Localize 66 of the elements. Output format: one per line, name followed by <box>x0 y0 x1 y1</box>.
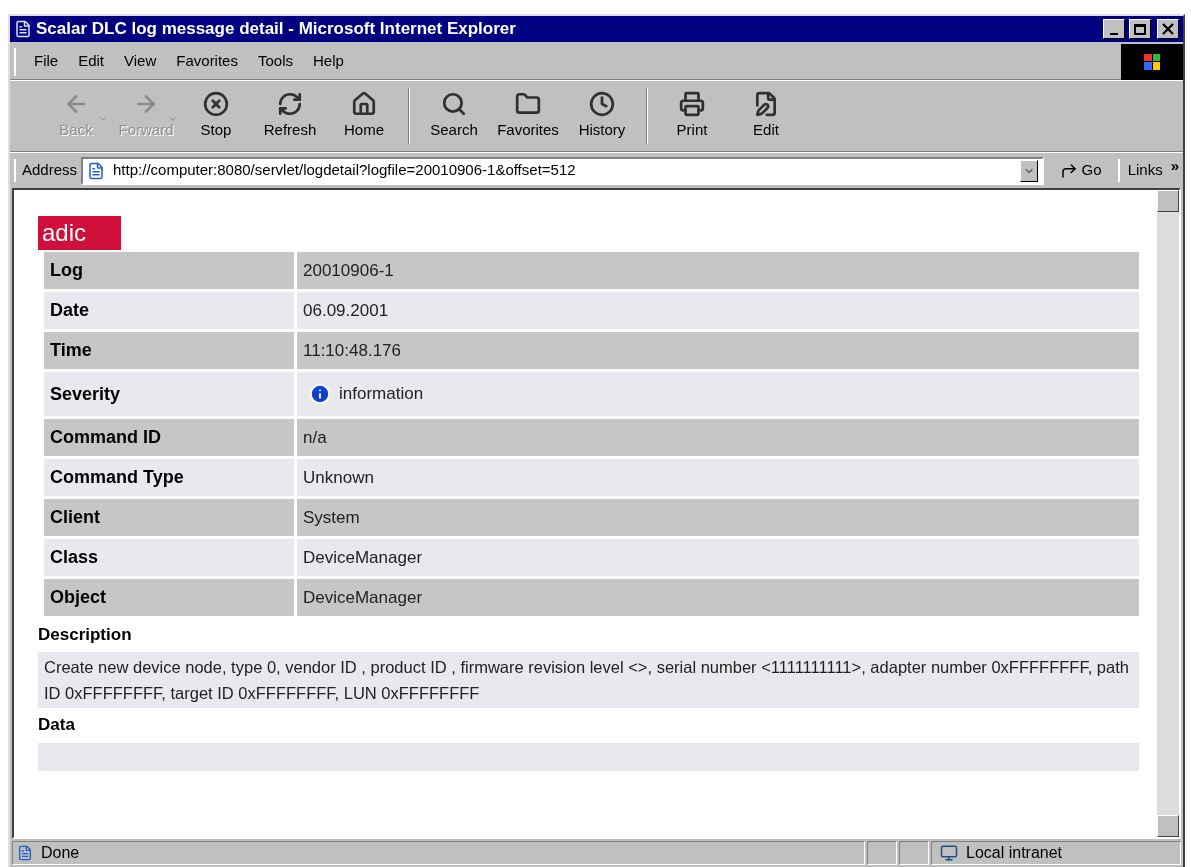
menu-item[interactable]: View <box>124 50 157 73</box>
field-value: DeviceManager <box>297 539 1139 576</box>
folder-icon <box>515 90 541 117</box>
field-label: Client <box>44 499 294 536</box>
computer-icon <box>940 844 958 862</box>
toolbar-button[interactable]: Stop <box>180 86 252 146</box>
links-button[interactable]: Links » <box>1117 159 1179 182</box>
printer-icon <box>679 90 705 117</box>
scrollbar[interactable] <box>1157 190 1179 837</box>
field-label: Time <box>44 332 294 369</box>
field-value: 06.09.2001 <box>297 292 1139 329</box>
toolbar-button[interactable]: Favorites <box>492 86 564 146</box>
window-title: Scalar DLC log message detail - Microsoft Internet Explorer <box>36 18 517 41</box>
field-value: 11:10:48.176 <box>297 332 1139 369</box>
toolbar-button[interactable]: History <box>566 86 638 146</box>
page-icon <box>17 845 33 861</box>
field-label: Command Type <box>44 459 294 496</box>
maximize-button[interactable] <box>1129 19 1151 39</box>
field-value: Unknown <box>297 459 1139 496</box>
search-icon <box>441 90 467 117</box>
zone-indicator: Local intranet <box>931 841 1181 865</box>
windows-logo-icon <box>1121 43 1183 80</box>
clock-icon <box>589 90 615 117</box>
field-label: Severity <box>44 372 294 416</box>
toolbar-button[interactable]: Print <box>656 86 728 146</box>
section-heading: Data <box>38 713 76 736</box>
toolbar-button[interactable]: Edit <box>730 86 802 146</box>
address-label: Address <box>14 159 78 182</box>
toolbar-button[interactable]: Search <box>418 86 490 146</box>
description-text: Create new device node, type 0, vendor ID , product ID , firmware revision level <>, serial number <1111111111>, adapter number 0xFFFFFFFF, path ID 0xFFFFFFFF, target ID 0xFFFFFFFF, LUN 0xFFFFFFFF <box>38 651 1139 708</box>
menu-item[interactable]: Favorites <box>176 50 238 73</box>
field-value: System <box>297 499 1139 536</box>
status-panel <box>899 841 929 865</box>
adic-logo: adic <box>38 216 121 250</box>
field-label: Class <box>44 539 294 576</box>
menu-item[interactable]: Edit <box>78 50 105 73</box>
home-icon <box>351 90 377 117</box>
status-panel <box>867 841 897 865</box>
minimize-button[interactable] <box>1103 19 1125 39</box>
browser-icon <box>14 20 32 38</box>
field-label: Command ID <box>44 419 294 456</box>
toolbar-button[interactable]: Home <box>328 86 400 146</box>
field-value: DeviceManager <box>297 579 1139 616</box>
stop-icon <box>203 90 229 117</box>
edit-icon <box>753 90 779 117</box>
go-arrow-icon <box>1059 161 1078 180</box>
field-label: Object <box>44 579 294 616</box>
address-field[interactable]: http://computer:8080/servlet/logdetail?logfile=20010906-1&offset=512 <box>81 156 1044 185</box>
info-icon <box>309 383 331 405</box>
field-value: n/a <box>297 419 1139 456</box>
menu-item[interactable]: Help <box>313 50 344 73</box>
menu-item[interactable]: Tools <box>257 50 293 73</box>
menu-item[interactable]: File <box>34 50 59 73</box>
close-button[interactable] <box>1157 19 1179 39</box>
status-text: Done <box>12 841 865 865</box>
field-value: information <box>297 372 1139 416</box>
refresh-icon <box>277 90 303 117</box>
toolbar-button[interactable]: Refresh <box>254 86 326 146</box>
address-dropdown-button[interactable] <box>1019 159 1038 182</box>
field-label: Date <box>44 292 294 329</box>
go-button[interactable]: Go <box>1047 159 1114 182</box>
field-label: Log <box>44 252 294 289</box>
field-value: 20010906-1 <box>297 252 1139 289</box>
section-heading: Description <box>38 624 133 646</box>
close-icon <box>1162 23 1174 35</box>
page-icon <box>87 161 106 180</box>
